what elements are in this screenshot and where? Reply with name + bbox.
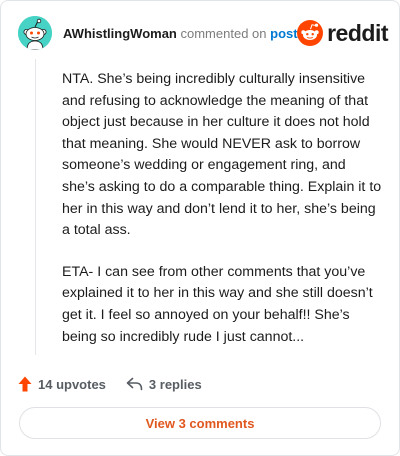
reply-arrow-icon bbox=[126, 377, 143, 391]
comment-header: AWhistlingWoman commented on post reddit bbox=[18, 16, 388, 50]
byline-action-text: commented on bbox=[180, 26, 267, 41]
comment-paragraph: NTA. She’s being incredibly culturally i… bbox=[62, 71, 382, 239]
avatar[interactable] bbox=[18, 16, 52, 50]
reddit-snoo-icon bbox=[297, 20, 324, 46]
upvote-count: 14 upvotes bbox=[38, 376, 106, 392]
comment-paragraph: ETA- I can see from other comments that … bbox=[62, 263, 373, 345]
author-username[interactable]: AWhistlingWoman bbox=[63, 26, 177, 41]
comment-body: NTA. She’s being incredibly culturally i… bbox=[62, 69, 382, 368]
reddit-logo[interactable]: reddit bbox=[297, 19, 388, 47]
replies-button[interactable]: 3 replies bbox=[126, 377, 202, 392]
upvote-arrow-icon bbox=[18, 376, 32, 392]
snoo-avatar-icon bbox=[18, 16, 52, 50]
view-comments-button[interactable]: View 3 comments bbox=[19, 407, 381, 439]
reply-count: 3 replies bbox=[148, 376, 202, 392]
reddit-wordmark: reddit bbox=[327, 19, 388, 46]
thread-line bbox=[35, 59, 36, 355]
comment-byline: AWhistlingWoman commented on post bbox=[63, 26, 298, 41]
comment-footer: 14 upvotes 3 replies bbox=[18, 373, 202, 395]
comment-card: AWhistlingWoman commented on post reddit… bbox=[0, 0, 400, 456]
post-link[interactable]: post bbox=[270, 26, 297, 41]
upvote-button[interactable]: 14 upvotes bbox=[18, 376, 106, 392]
